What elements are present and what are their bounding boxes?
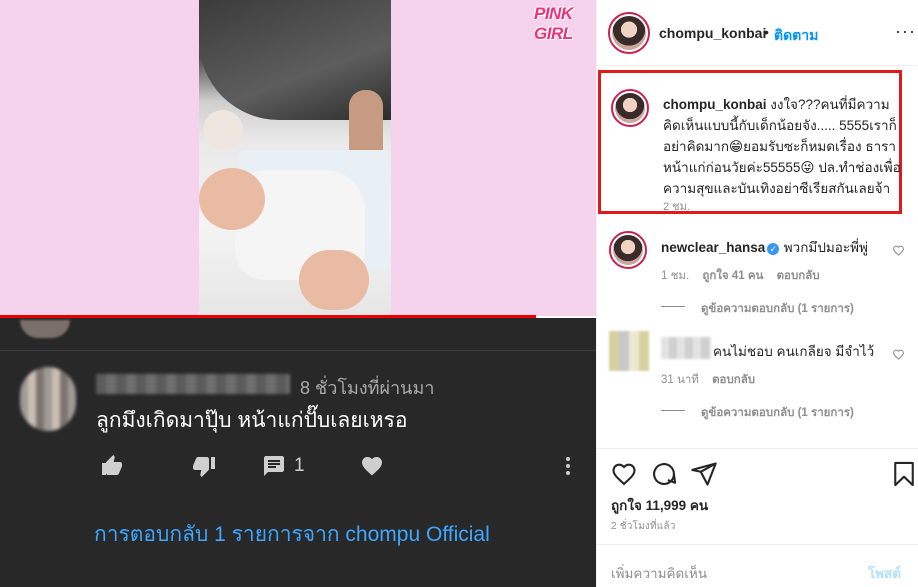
bookmark-icon[interactable] (890, 460, 918, 488)
dislike-button[interactable] (192, 452, 216, 480)
comment-meta: 31 นาที ตอบกลับ (661, 371, 755, 389)
comment-time: 31 นาที (661, 374, 699, 386)
baby-leg (299, 250, 369, 310)
caption-avatar (615, 93, 645, 123)
comment-text: คนไม่ชอบ คนเกลียจ มีจำไว้ (713, 344, 875, 359)
caption-username[interactable]: chompu_konbai (663, 97, 767, 112)
comment-text: ลูกมึงเกิดมาปุ๊บ หน้าแก่ปั๊บเลยเหรอ (96, 409, 408, 432)
add-comment-input[interactable]: เพิ่มความคิดเห็น (611, 562, 707, 584)
comment-username[interactable]: newclear_hansa (661, 240, 765, 255)
video-frame[interactable]: PINK GIRL (0, 0, 596, 316)
like-count[interactable]: ถูกใจ 11,999 คน (611, 494, 708, 516)
heart-icon (362, 457, 382, 476)
reply-button[interactable]: ตอบกลับ (777, 270, 820, 282)
heart-button[interactable] (360, 452, 384, 480)
comment-text: พวกมึปมอะพี่พู่ (783, 240, 868, 255)
follow-button[interactable]: ติดตาม (774, 25, 818, 47)
media-column: PINK GIRL 8 ชั่วโมงที่ผ่านมา ลูกมึงเกิดม… (0, 0, 596, 587)
comment-icon (264, 456, 284, 476)
like-comment-heart-icon[interactable] (892, 348, 905, 361)
like-button[interactable] (100, 452, 124, 480)
baby-head (199, 168, 265, 230)
commenter-name-blurred[interactable] (96, 374, 290, 394)
youtube-comment-panel: 8 ชั่วโมงที่ผ่านมา ลูกมึงเกิดมาปุ๊บ หน้า… (0, 318, 596, 587)
comment-avatar-blurred[interactable] (609, 331, 649, 371)
comment-time: 8 ชั่วโมงที่ผ่านมา (300, 378, 435, 398)
divider-line (661, 306, 685, 307)
instagram-panel: chompu_konbai • ติดตาม ··· chompu_konbai… (596, 0, 918, 587)
comment-time: 1 ชม. (661, 270, 690, 282)
comment-username-blurred[interactable] (661, 337, 711, 359)
comment-bubble-icon[interactable] (650, 460, 678, 488)
share-paper-plane-icon[interactable] (690, 460, 718, 488)
view-replies-button[interactable]: ดูข้อความตอบกลับ (1 รายการ) (701, 300, 854, 318)
post-actions: ถูกใจ 11,999 คน 2 ชั่วโมงที่แล้ว (597, 448, 918, 543)
caption-highlight-box: chompu_konbai งงใจ???คนที่มีความคิดเห็นแ… (598, 70, 902, 214)
commenter-avatar[interactable] (20, 367, 76, 431)
header-avatar (612, 16, 646, 50)
add-comment-bar: เพิ่มความคิดเห็น โพสต์ (597, 544, 918, 587)
header-separator: • (764, 24, 769, 40)
previous-comment-avatar (20, 320, 70, 338)
pillow (203, 110, 243, 150)
screenshot-root: PINK GIRL 8 ชั่วโมงที่ผ่านมา ลูกมึงเกิดม… (0, 0, 918, 587)
like-heart-icon[interactable] (610, 460, 638, 488)
posted-time[interactable]: 2 ชั่วโมงที่แล้ว (611, 519, 676, 534)
comment-avatar-ring[interactable] (609, 231, 647, 269)
divider-line (661, 410, 685, 411)
caption-avatar-ring[interactable] (611, 89, 649, 127)
header-username[interactable]: chompu_konbai (659, 25, 766, 41)
comment-avatar (613, 235, 643, 265)
post-comment-button[interactable]: โพสต์ (868, 562, 901, 584)
thumbs-down-icon (193, 457, 215, 477)
caption: chompu_konbai งงใจ???คนที่มีความคิดเห็นแ… (663, 94, 903, 199)
reply-button[interactable]: 1 (262, 452, 305, 480)
like-comment-heart-icon[interactable] (892, 244, 905, 257)
more-options-button[interactable]: ··· (895, 21, 916, 42)
post-header: chompu_konbai • ติดตาม ··· (597, 0, 918, 66)
brand-logo: PINK GIRL (534, 4, 573, 43)
comments-list: chompu_konbai งงใจ???คนที่มีความคิดเห็นแ… (597, 67, 918, 447)
header-avatar-ring[interactable] (608, 12, 650, 54)
comment-meta: 1 ชม. ถูกใจ 41 คน ตอบกลับ (661, 267, 820, 285)
comment-likes[interactable]: ถูกใจ 41 คน (702, 270, 763, 282)
divider (0, 350, 596, 351)
view-replies-button[interactable]: ดูข้อความตอบกลับ (1 รายการ) (701, 404, 854, 422)
reply-button[interactable]: ตอบกลับ (712, 374, 755, 386)
comment-body: คนไม่ชอบ คนเกลียจ มีจำไว้ (713, 340, 903, 362)
comment-item: คนไม่ชอบ คนเกลียจ มีจำไว้ 31 นาที ตอบกลั… (597, 329, 918, 421)
view-replies-link[interactable]: การตอบกลับ 1 รายการจาก chompu Official (94, 518, 490, 551)
comment-actions: 1 (96, 452, 576, 482)
verified-badge-icon: ✓ (767, 243, 780, 255)
more-options-button[interactable] (558, 452, 578, 480)
reply-count: 1 (294, 455, 305, 476)
comment-item: newclear_hansa ✓ พวกมึปมอะพี่พู่ 1 ชม. ถู… (597, 227, 918, 317)
video-photo (199, 0, 391, 316)
caption-time: 2 ชม. (663, 201, 690, 213)
thumbs-up-icon (102, 455, 122, 475)
comment-body: newclear_hansa ✓ พวกมึปมอะพี่พู่ (661, 236, 881, 258)
vertical-dots-icon (566, 457, 570, 475)
